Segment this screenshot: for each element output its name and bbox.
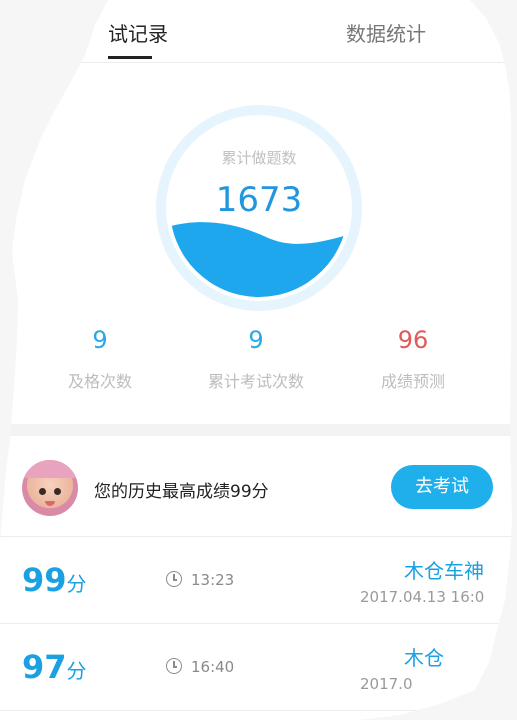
score-unit: 分 — [66, 572, 87, 596]
record-time: 16:40 — [191, 658, 235, 676]
stat-exam-count: 9 累计考试次数 — [176, 322, 336, 392]
stat-label: 成绩预测 — [380, 372, 445, 391]
avatar-mouth — [45, 501, 55, 506]
avatar-eye — [39, 488, 46, 495]
take-exam-button[interactable]: 去考试 — [391, 465, 493, 509]
score-value: 99 — [22, 561, 67, 599]
gauge-water — [170, 222, 348, 297]
record-score: 97分 — [22, 648, 87, 686]
stat-value: 9 — [92, 326, 108, 354]
tab-exam-records[interactable]: 试记录 — [108, 18, 168, 47]
stat-value: 9 — [248, 326, 264, 354]
avatar-hat — [22, 460, 78, 478]
record-name: 木仓车神 — [404, 559, 484, 583]
record-date: 2017.04.13 16:0 — [360, 588, 485, 606]
gauge-value: 1673 — [215, 180, 303, 220]
content-panel: 试记录 数据统计 累计做题数 1673 9 及格次数 9 累计考试次数 96 成… — [0, 0, 512, 720]
active-tab-indicator — [108, 56, 152, 59]
section-divider — [0, 424, 512, 436]
stat-label: 累计考试次数 — [207, 372, 304, 391]
clock-icon — [166, 658, 182, 674]
stat-value: 96 — [397, 326, 429, 354]
score-value: 97 — [22, 648, 67, 686]
tab-bar: 试记录 数据统计 — [0, 0, 512, 63]
app-screen: 试记录 数据统计 累计做题数 1673 9 及格次数 9 累计考试次数 96 成… — [0, 0, 517, 720]
stats-row: 9 及格次数 9 累计考试次数 96 成绩预测 — [0, 322, 512, 412]
list-item[interactable]: 97分 16:40 木仓 2017.0 — [0, 624, 512, 711]
question-count-gauge: 累计做题数 1673 — [156, 105, 362, 311]
record-date: 2017.0 — [360, 675, 413, 693]
score-unit: 分 — [66, 659, 87, 683]
best-score-row: 您的历史最高成绩99分 去考试 — [0, 436, 512, 537]
stat-score-prediction: 96 成绩预测 — [333, 322, 493, 392]
stat-pass-count: 9 及格次数 — [20, 322, 180, 392]
avatar — [22, 460, 78, 516]
list-item[interactable]: 99分 13:23 木仓车神 2017.04.13 16:0 — [0, 537, 512, 624]
best-score-text: 您的历史最高成绩99分 — [94, 482, 269, 502]
avatar-eye — [54, 488, 61, 495]
record-score: 99分 — [22, 561, 87, 599]
record-name: 木仓 — [404, 646, 444, 670]
stat-label: 及格次数 — [67, 372, 132, 391]
tab-data-statistics[interactable]: 数据统计 — [346, 18, 426, 47]
record-time: 13:23 — [191, 571, 235, 589]
gauge-label: 累计做题数 — [221, 149, 297, 167]
clock-icon — [166, 571, 182, 587]
